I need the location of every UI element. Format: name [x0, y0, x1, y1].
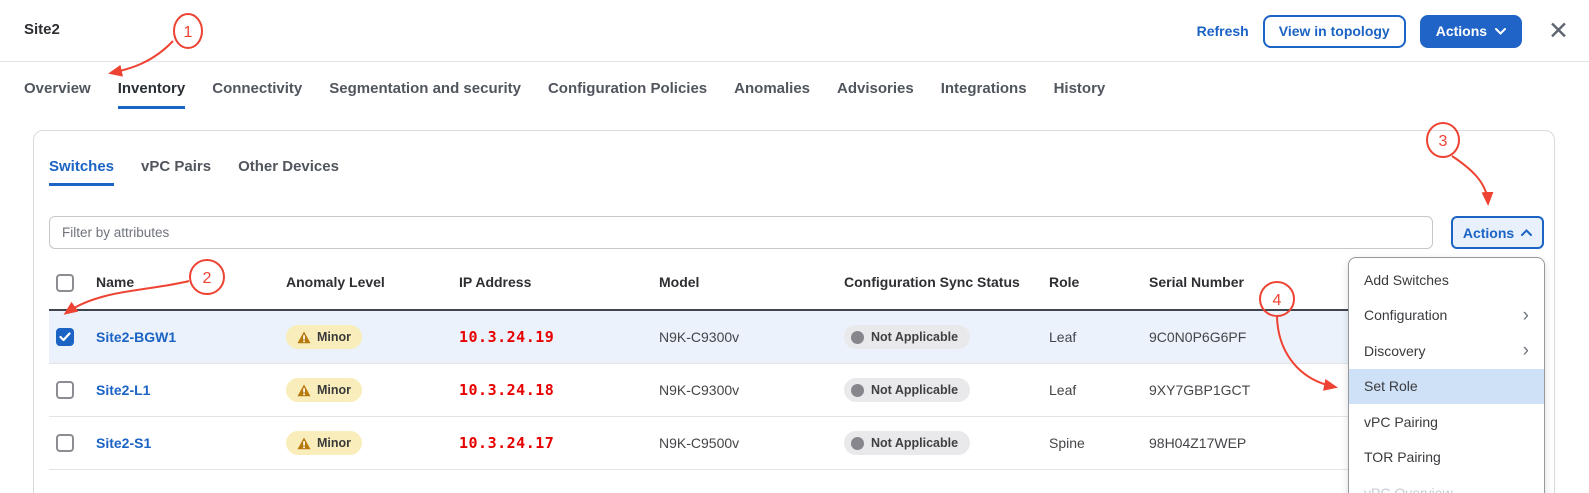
column-header-anomaly-level: Anomaly Level	[286, 274, 459, 292]
menu-item-label: vPC Pairing	[1364, 414, 1438, 430]
sync-status-label: Not Applicable	[871, 330, 958, 344]
sync-status-badge: Not Applicable	[844, 325, 970, 349]
actions-dropdown-menu: Add Switches Configuration › Discovery › S…	[1348, 257, 1545, 493]
menu-item-vpc-pairing[interactable]: vPC Pairing	[1349, 404, 1544, 440]
table-actions-label: Actions	[1463, 225, 1514, 241]
table-row[interactable]: Site2-BGW1 Minor 10.3.24.19 N9K-C9300v N…	[49, 311, 1542, 364]
warning-triangle-icon	[297, 331, 311, 344]
table-header-row: Name Anomaly Level IP Address Model Conf…	[49, 256, 1542, 311]
menu-item-label: TOR Pairing	[1364, 449, 1441, 465]
switch-name-link[interactable]: Site2-BGW1	[96, 329, 286, 345]
menu-item-label: Add Switches	[1364, 272, 1449, 288]
select-all-checkbox[interactable]	[56, 274, 74, 292]
column-header-configuration-sync-status: Configuration Sync Status	[844, 274, 1049, 292]
menu-item-add-switches[interactable]: Add Switches	[1349, 262, 1544, 298]
menu-item-tor-pairing[interactable]: TOR Pairing	[1349, 440, 1544, 476]
switches-table: Name Anomaly Level IP Address Model Conf…	[49, 256, 1542, 470]
refresh-button[interactable]: Refresh	[1197, 23, 1249, 39]
ip-address: 10.3.24.17	[459, 434, 659, 452]
close-icon[interactable]: ✕	[1548, 19, 1569, 44]
menu-item-label: vPC Overview	[1364, 485, 1453, 493]
column-header-model: Model	[659, 274, 844, 292]
chevron-down-icon	[1495, 28, 1506, 35]
sync-status-label: Not Applicable	[871, 383, 958, 397]
anomaly-level-label: Minor	[317, 383, 351, 397]
menu-item-label: Set Role	[1364, 378, 1418, 394]
inventory-subtabs: Switches vPC Pairs Other Devices	[49, 158, 339, 186]
warning-triangle-icon	[297, 437, 311, 450]
subtab-vpc-pairs[interactable]: vPC Pairs	[141, 158, 211, 186]
status-dot-icon	[851, 437, 864, 450]
panel-actions-label: Actions	[1436, 23, 1487, 39]
model: N9K-C9500v	[659, 435, 844, 451]
status-dot-icon	[851, 384, 864, 397]
sync-status-badge: Not Applicable	[844, 431, 970, 455]
tab-overview[interactable]: Overview	[24, 80, 91, 109]
tab-segmentation-and-security[interactable]: Segmentation and security	[329, 80, 521, 109]
menu-item-discovery[interactable]: Discovery ›	[1349, 333, 1544, 369]
role: Leaf	[1049, 382, 1149, 398]
tab-configuration-policies[interactable]: Configuration Policies	[548, 80, 707, 109]
view-in-topology-button[interactable]: View in topology	[1263, 15, 1406, 48]
table-actions-button[interactable]: Actions	[1451, 216, 1544, 249]
inventory-card: Switches vPC Pairs Other Devices Actions…	[33, 130, 1555, 493]
menu-item-set-role[interactable]: Set Role	[1349, 369, 1544, 405]
chevron-right-icon: ›	[1523, 341, 1529, 360]
column-header-ip-address: IP Address	[459, 274, 659, 292]
menu-item-vpc-overview[interactable]: vPC Overview	[1349, 475, 1544, 493]
tab-integrations[interactable]: Integrations	[941, 80, 1027, 109]
model: N9K-C9300v	[659, 329, 844, 345]
row-checkbox[interactable]	[56, 434, 74, 452]
menu-item-label: Discovery	[1364, 343, 1425, 359]
anomaly-level-label: Minor	[317, 330, 351, 344]
sync-status-label: Not Applicable	[871, 436, 958, 450]
menu-item-label: Configuration	[1364, 307, 1447, 323]
table-row[interactable]: Site2-S1 Minor 10.3.24.17 N9K-C9500v Not…	[49, 417, 1542, 470]
panel-actions-button[interactable]: Actions	[1420, 15, 1522, 48]
ip-address: 10.3.24.18	[459, 381, 659, 399]
ip-address: 10.3.24.19	[459, 328, 659, 346]
switch-name-link[interactable]: Site2-S1	[96, 435, 286, 451]
main-tabs: Overview Inventory Connectivity Segmenta…	[24, 80, 1105, 109]
sync-status-badge: Not Applicable	[844, 378, 970, 402]
panel-header: Site2 Refresh View in topology Actions ✕	[0, 0, 1589, 62]
header-actions: Refresh View in topology Actions ✕	[1197, 12, 1569, 50]
role: Leaf	[1049, 329, 1149, 345]
tab-connectivity[interactable]: Connectivity	[212, 80, 302, 109]
switch-name-link[interactable]: Site2-L1	[96, 382, 286, 398]
subtab-other-devices[interactable]: Other Devices	[238, 158, 339, 186]
subtab-switches[interactable]: Switches	[49, 158, 114, 186]
role: Spine	[1049, 435, 1149, 451]
row-checkbox-checked[interactable]	[56, 328, 74, 346]
anomaly-badge: Minor	[286, 378, 362, 402]
anomaly-level-label: Minor	[317, 436, 351, 450]
tab-advisories[interactable]: Advisories	[837, 80, 914, 109]
menu-item-configuration[interactable]: Configuration ›	[1349, 298, 1544, 334]
table-row[interactable]: Site2-L1 Minor 10.3.24.18 N9K-C9300v Not…	[49, 364, 1542, 417]
tab-anomalies[interactable]: Anomalies	[734, 80, 810, 109]
status-dot-icon	[851, 331, 864, 344]
tab-inventory[interactable]: Inventory	[118, 80, 186, 109]
row-checkbox[interactable]	[56, 381, 74, 399]
chevron-right-icon: ›	[1523, 306, 1529, 325]
column-header-role: Role	[1049, 274, 1149, 292]
anomaly-badge: Minor	[286, 325, 362, 349]
anomaly-badge: Minor	[286, 431, 362, 455]
page-title: Site2	[24, 21, 60, 38]
tab-history[interactable]: History	[1054, 80, 1106, 109]
site-details-panel: Site2 Refresh View in topology Actions ✕…	[0, 0, 1589, 493]
check-icon	[59, 332, 71, 342]
model: N9K-C9300v	[659, 382, 844, 398]
filter-input[interactable]	[49, 216, 1433, 249]
warning-triangle-icon	[297, 384, 311, 397]
column-header-name: Name	[96, 274, 286, 292]
chevron-up-icon	[1521, 229, 1532, 236]
